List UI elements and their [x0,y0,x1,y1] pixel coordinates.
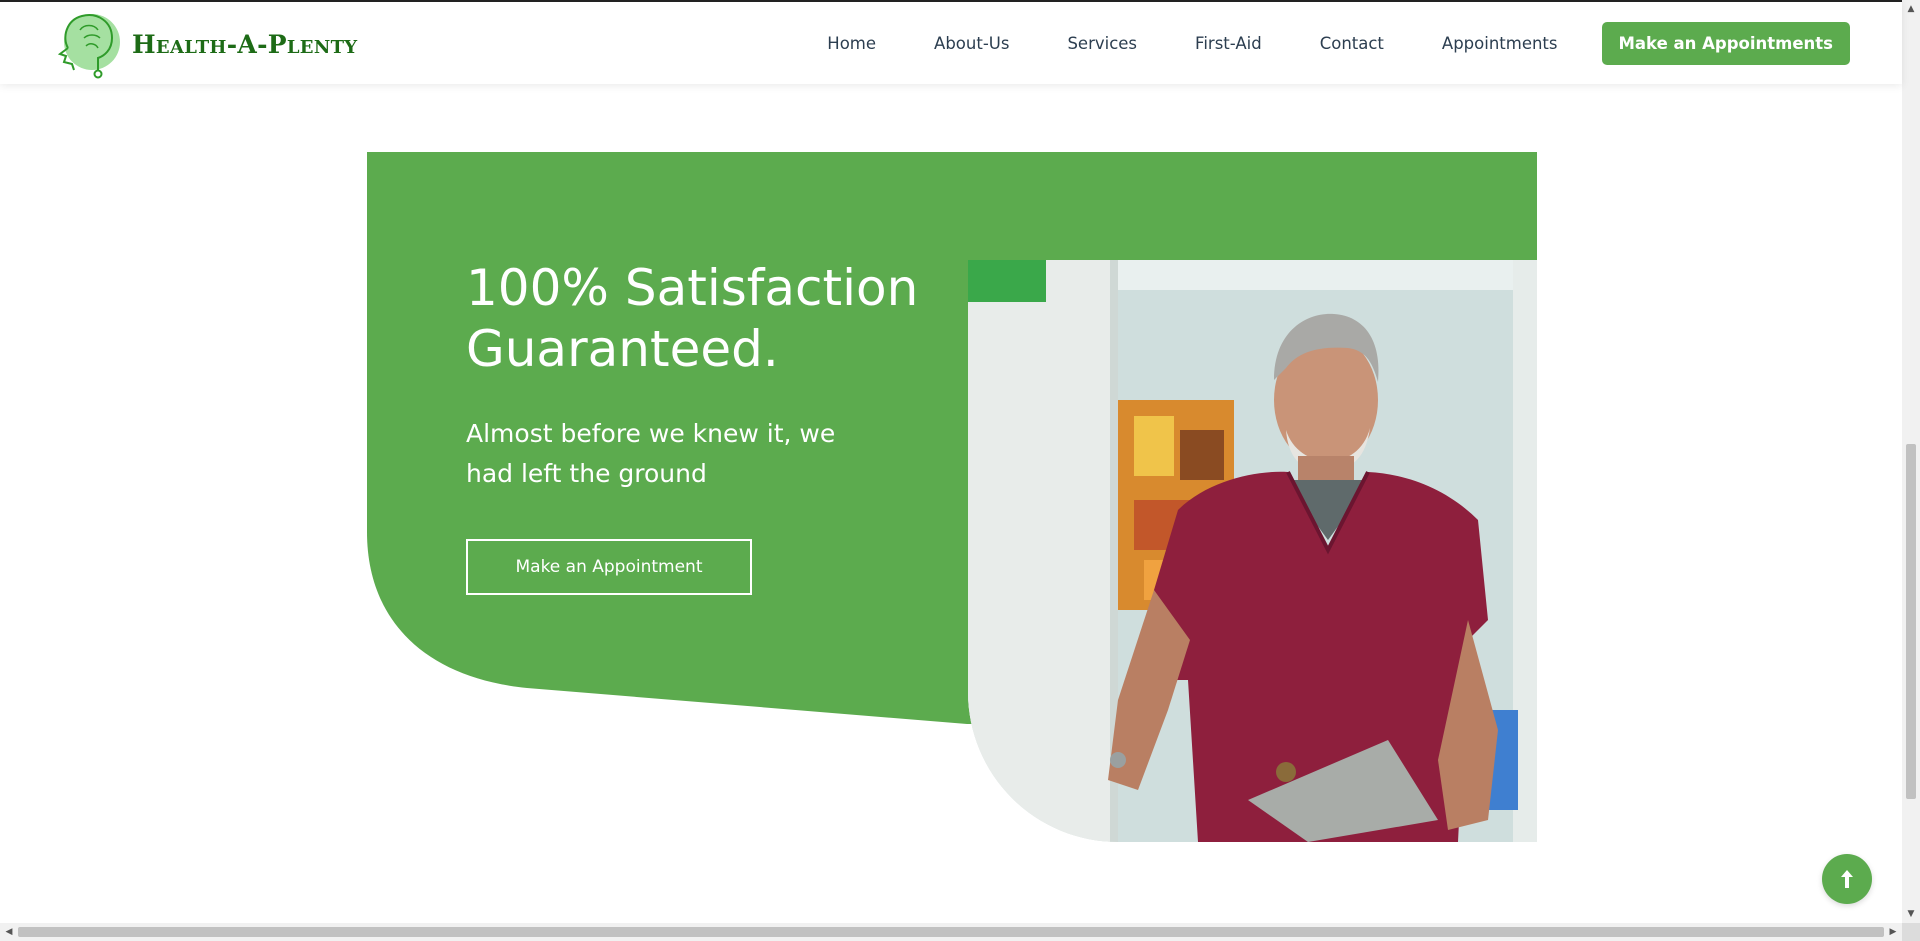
main-nav: Home About-Us Services First-Aid Contact… [827,22,1850,65]
nav-about-us[interactable]: About-Us [934,34,1009,53]
doctor-illustration [968,260,1537,842]
horizontal-scrollbar[interactable]: ◀ ▶ [0,923,1902,941]
scroll-down-icon[interactable]: ▼ [1902,905,1920,923]
doctor-photo [968,260,1537,842]
site-header: Health-A-Plenty Home About-Us Services F… [0,0,1902,84]
nav-services[interactable]: Services [1067,34,1137,53]
scroll-up-icon[interactable]: ▲ [1902,0,1920,18]
nav-first-aid[interactable]: First-Aid [1195,34,1262,53]
head-brain-stethoscope-icon [57,14,120,79]
arrow-up-icon [1841,870,1853,888]
nav-appointments[interactable]: Appointments [1442,34,1558,53]
scroll-right-icon[interactable]: ▶ [1884,923,1902,941]
scroll-left-icon[interactable]: ◀ [0,923,18,941]
horizontal-scroll-thumb[interactable] [18,927,1884,937]
vertical-scroll-thumb[interactable] [1906,444,1916,799]
make-appointment-button[interactable]: Make an Appointment [466,539,752,595]
nav-home[interactable]: Home [827,34,876,53]
hero-subtitle: Almost before we knew it, we had left th… [466,419,836,488]
site-logo[interactable]: Health-A-Plenty [46,8,357,80]
make-appointments-button[interactable]: Make an Appointments [1601,22,1850,65]
back-to-top-button[interactable] [1822,854,1872,904]
page: Health-A-Plenty Home About-Us Services F… [0,0,1920,941]
brand-name: Health-A-Plenty [132,29,358,59]
nav-contact[interactable]: Contact [1320,34,1384,53]
scrollbar-corner [1902,923,1920,941]
vertical-scrollbar[interactable]: ▲ ▼ [1902,0,1920,923]
hero-title: 100% Satisfaction Guaranteed. [466,259,919,378]
